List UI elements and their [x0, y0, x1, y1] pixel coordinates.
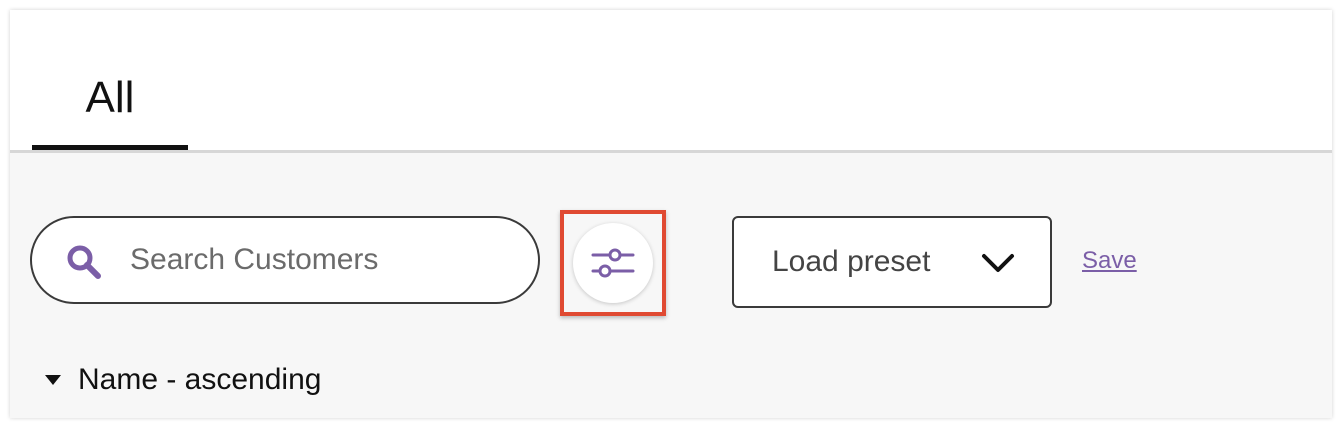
- content-area: Load preset Save Name - ascending: [10, 153, 1332, 418]
- filter-button[interactable]: [573, 223, 653, 303]
- chevron-down-icon: [982, 254, 1014, 272]
- load-preset-label: Load preset: [772, 245, 931, 278]
- tab-all-label: All: [85, 73, 135, 122]
- search-icon: [67, 245, 101, 279]
- search-box[interactable]: [30, 216, 540, 304]
- load-preset-dropdown[interactable]: Load preset: [732, 216, 1052, 308]
- search-input[interactable]: [130, 238, 510, 282]
- save-link[interactable]: Save: [1082, 247, 1137, 275]
- sort-label: Name - ascending: [78, 363, 322, 396]
- sliders-icon: [591, 248, 635, 278]
- tab-all[interactable]: All: [32, 10, 188, 150]
- caret-down-icon: [45, 375, 61, 385]
- customers-panel: All Load preset: [10, 10, 1332, 418]
- tab-bar: All: [10, 10, 1332, 150]
